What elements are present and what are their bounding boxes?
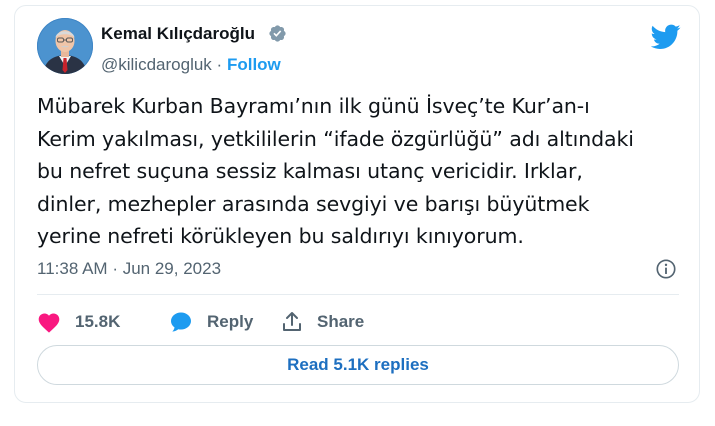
- tweet-card[interactable]: Kemal Kılıçdaroğlu @kilicdarogluk · Foll…: [14, 5, 700, 403]
- tweet-line: Mübarek Kurban Bayramı’nın ilk günü İsve…: [37, 94, 590, 118]
- verified-badge-icon: [269, 25, 286, 42]
- reply-label: Reply: [207, 312, 254, 331]
- tweet-time[interactable]: 11:38 AM: [37, 259, 108, 278]
- read-replies-button[interactable]: Read 5.1K replies: [37, 345, 679, 385]
- tweet-text: Mübarek Kurban Bayramı’nın ilk günü İsve…: [37, 90, 682, 253]
- tweet-line: Kerim yakılması, yetkililerin “ifade özg…: [37, 126, 634, 151]
- reply-button[interactable]: Reply: [169, 308, 253, 336]
- handle-separator: ·: [216, 55, 223, 74]
- share-label: Share: [317, 312, 365, 331]
- twitter-bird-icon[interactable]: [651, 24, 681, 50]
- meta-separator: ·: [112, 259, 118, 278]
- share-button[interactable]: Share: [281, 308, 364, 336]
- tweet-meta: 11:38 AM · Jun 29, 2023: [37, 259, 221, 279]
- divider: [37, 294, 679, 295]
- tweet-line: bu nefret suçuna sessiz kalması utanç ve…: [37, 159, 583, 183]
- page: Kemal Kılıçdaroğlu @kilicdarogluk · Foll…: [0, 0, 715, 426]
- tweet-line: yerine nefreti körükleyen bu saldırıyı k…: [37, 224, 524, 248]
- author-name[interactable]: Kemal Kılıçdaroğlu: [101, 24, 255, 44]
- follow-button[interactable]: Follow: [227, 55, 281, 74]
- like-button[interactable]: 15.8K: [37, 308, 120, 336]
- tweet-line: dinler, mezhepler arasında sevgiyi ve ba…: [37, 191, 590, 216]
- author-handle[interactable]: @kilicdarogluk: [101, 55, 212, 74]
- speech-bubble-icon: [171, 312, 191, 332]
- share-upload-icon: [283, 312, 301, 331]
- heart-icon: [38, 313, 60, 333]
- tweet-date[interactable]: Jun 29, 2023: [123, 259, 221, 278]
- avatar[interactable]: [37, 18, 93, 74]
- likes-count: 15.8K: [75, 312, 121, 331]
- handle-line: @kilicdarogluk · Follow: [101, 55, 281, 75]
- info-icon[interactable]: [655, 258, 677, 280]
- avatar-portrait: [37, 18, 93, 74]
